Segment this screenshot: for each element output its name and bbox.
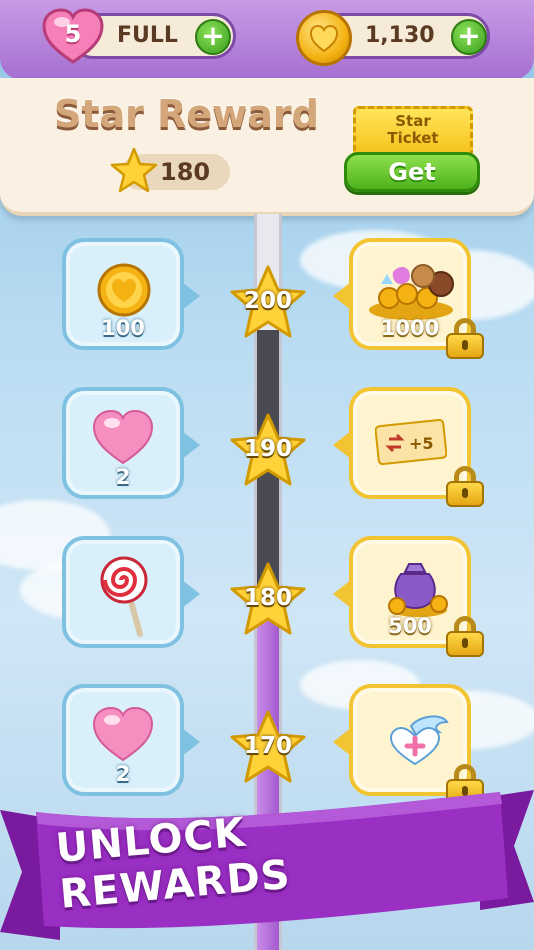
get-ticket-button[interactable]: Get [344,152,480,192]
free-reward-box-190[interactable]: 2 [62,387,200,499]
free-reward-value: 2 [115,465,131,489]
free-reward-box-200[interactable]: 100 [62,238,200,350]
lives-status: FULL [117,23,178,48]
milestone-label: 200 [243,288,292,314]
star-ticket[interactable]: Star Ticket [353,106,473,158]
milestone-star-190: 190 [228,412,308,490]
swap-ticket-plus5-icon: +5 [375,418,447,466]
ticket-label-line1: Star [395,112,431,130]
ticket-plus-label: +5 [409,434,434,453]
milestone-label: 170 [243,733,292,759]
lollipop-icon [100,556,148,637]
winged-heart-plus-icon [389,715,449,766]
free-reward-value: 2 [115,762,131,786]
coin-icon [296,10,352,66]
free-reward-box-180[interactable] [62,536,200,648]
treasure-pile-icon [369,264,454,320]
heart-icon [92,409,154,465]
lives-count: 5 [64,20,82,48]
milestone-star-180: 180 [228,561,308,639]
add-lives-button[interactable]: + [195,19,231,55]
panel-title: Star Reward [54,92,319,136]
lock-icon [446,318,484,359]
star-count: 180 [160,158,211,186]
top-bar: FULL + 5 1,130 + [0,0,534,80]
add-coins-button[interactable]: + [451,19,487,55]
free-reward-box-170[interactable]: 2 [62,684,200,796]
lock-icon [446,466,484,507]
free-reward-value: 100 [101,316,145,340]
milestone-star-200: 200 [228,264,308,342]
heart-icon [92,706,154,762]
lock-icon [446,616,484,657]
milestone-label: 180 [243,585,292,611]
coin-bag-icon [388,563,448,617]
lives-heart-icon: 5 [42,8,104,66]
star-icon [110,147,158,193]
ticket-label-line2: Ticket [387,129,439,147]
coin-balance: 1,130 [365,23,435,48]
milestone-label: 190 [243,436,292,462]
coin-icon [97,263,151,317]
milestone-star-170: 170 [228,709,308,787]
